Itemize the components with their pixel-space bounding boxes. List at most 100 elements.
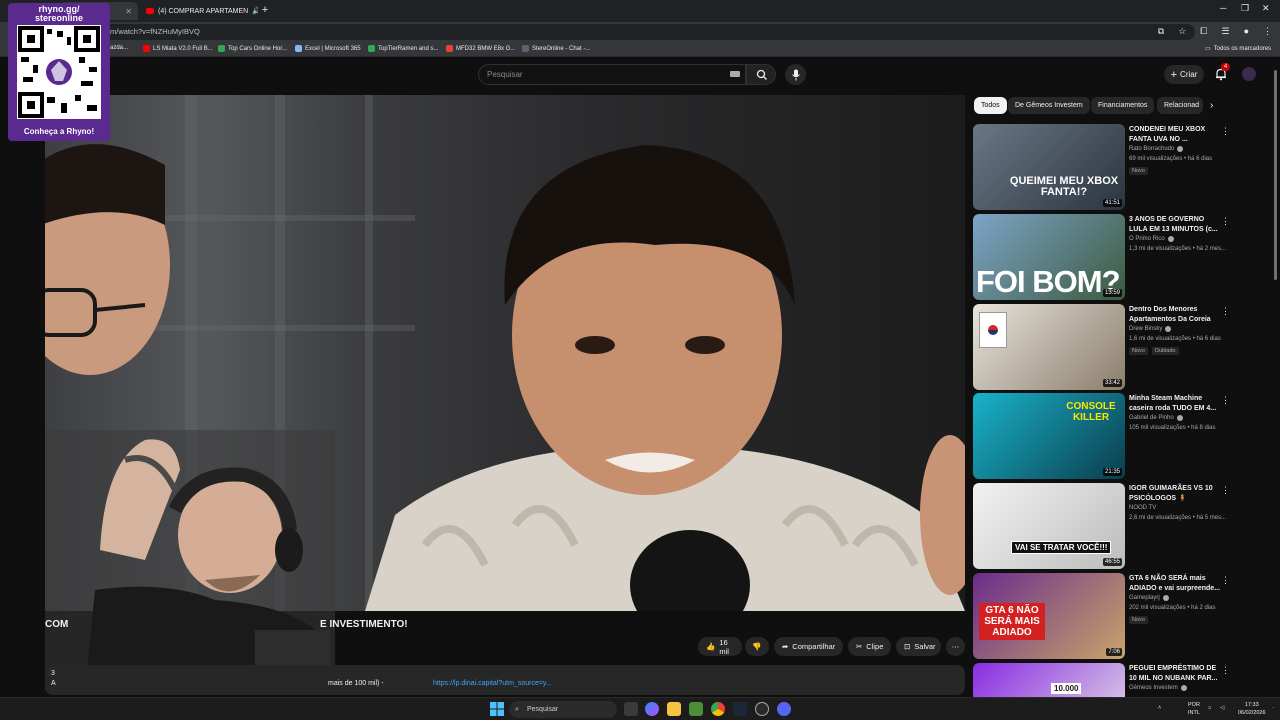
tab-comprar-apartamento[interactable]: (4) COMPRAR APARTAMEN 🔊 ✕ (140, 2, 258, 20)
url-field[interactable]: m/watch?v=fNZHuMyIBVQ (100, 24, 1195, 40)
minimize-icon[interactable]: ─ (1220, 3, 1226, 13)
video-thumbnail[interactable]: GTA 6 NÃO SERÁ MAIS ADIADO 7:06 (973, 573, 1125, 659)
chrome-icon[interactable] (711, 702, 725, 716)
recommended-video[interactable]: 10.000 PEGUEI EMPRÉSTIMO DE 10 MIL NO NU… (973, 663, 1263, 697)
channel-name[interactable]: Gabriel de Pinho (1129, 415, 1174, 421)
bookmarks-bar: azda... LS Miata V2.0 Full B... Top Cars… (0, 42, 1280, 57)
channel-row: Rato Borrachudo (1129, 146, 1184, 152)
chip-de-gemeos-investem[interactable]: De Gêmeos Investem (1008, 97, 1090, 114)
video-description[interactable]: 3 A mais de 100 mil) - https://lp.dinai.… (45, 665, 965, 695)
network-icon[interactable]: ⌂ (1208, 704, 1211, 712)
sidebar-icon[interactable]: ☰ (1221, 26, 1229, 37)
recommended-video[interactable]: 33:42 Dentro Dos Menores Apartamentos Da… (973, 304, 1263, 390)
create-button[interactable]: + Criar (1164, 65, 1204, 84)
video-thumbnail[interactable]: 33:42 (973, 304, 1125, 390)
bookmark-item[interactable]: Top Cars Online Hor... (218, 45, 287, 52)
bookmark-item[interactable]: LS Miata V2.0 Full B... (143, 45, 213, 52)
menu-icon[interactable]: ⋮ (1263, 26, 1272, 37)
copilot-icon[interactable] (645, 702, 659, 716)
chip-relacionados[interactable]: Relacionad (1157, 97, 1203, 114)
clip-button[interactable]: ✂ Clipe (848, 637, 891, 656)
more-vert-icon[interactable]: ⋮ (1221, 485, 1230, 496)
like-button[interactable]: 👍 16 mil (698, 637, 742, 656)
video-thumbnail[interactable]: FOI BOM? 13:59 (973, 214, 1125, 300)
more-vert-icon[interactable]: ⋮ (1221, 306, 1230, 317)
channel-name[interactable]: Rato Borrachudo (1129, 146, 1174, 152)
more-vert-icon[interactable]: ⋮ (1221, 665, 1230, 676)
host-person-image (365, 145, 965, 611)
dislike-button[interactable]: 👎 (745, 637, 769, 656)
video-thumbnail[interactable]: QUEIMEI MEU XBOX FANTA!? 41:51 (973, 124, 1125, 210)
description-link[interactable]: https://lp.dinai.capital?utm_source=y... (433, 680, 552, 687)
obs-icon[interactable] (755, 702, 769, 716)
extensions-icon[interactable]: ⧠ (1200, 26, 1207, 37)
language-indicator[interactable]: POR INTL (1188, 701, 1200, 717)
maximize-icon[interactable]: ❐ (1241, 3, 1249, 14)
channel-name[interactable]: O Primo Rico (1129, 236, 1165, 242)
volume-icon[interactable]: ◁ (1220, 704, 1224, 712)
recommended-video[interactable]: GTA 6 NÃO SERÁ MAIS ADIADO 7:06 GTA 6 NÃ… (973, 573, 1263, 659)
share-button[interactable]: ➦ Compartilhar (774, 637, 843, 656)
voice-search-button[interactable] (785, 64, 806, 85)
folder-icon: ▭ (1205, 46, 1211, 52)
task-view-icon[interactable] (624, 702, 638, 716)
close-icon[interactable]: ✕ (125, 7, 132, 16)
bookmark-favicon-icon (522, 45, 529, 52)
discord-icon[interactable] (777, 702, 791, 716)
avatar[interactable] (1242, 67, 1256, 81)
chevron-right-icon[interactable]: › (1210, 100, 1213, 111)
channel-name[interactable]: Drew Binsky (1129, 326, 1162, 332)
steam-icon[interactable] (733, 702, 747, 716)
bookmark-icon: ⊡ (904, 642, 911, 651)
bookmark-item[interactable]: TopTierRamen and s... (368, 45, 438, 52)
search-button[interactable] (746, 64, 776, 85)
video-thumbnail[interactable]: CONSOLE KILLER 21:35 (973, 393, 1125, 479)
clock-date: 06/02/2026 (1238, 710, 1266, 716)
all-bookmarks-button[interactable]: ▭ Todos os marcadores (1205, 45, 1271, 53)
channel-name[interactable]: Gameplayrj (1129, 595, 1160, 601)
video-meta: 105 mil visualizações • há 8 dias (1129, 425, 1216, 431)
notification-bell-icon[interactable]: · (1272, 704, 1274, 712)
chevron-up-icon[interactable]: ˄ (1158, 704, 1161, 712)
more-vert-icon[interactable]: ⋮ (1221, 395, 1230, 406)
more-vert-icon[interactable]: ⋮ (1221, 126, 1230, 137)
bookmark-item[interactable]: azda... (110, 45, 128, 51)
recommended-video[interactable]: QUEIMEI MEU XBOX FANTA!? 41:51 CONDENEI … (973, 124, 1263, 210)
tab-label: (4) COMPRAR APARTAMEN (158, 7, 249, 15)
recommended-video[interactable]: CONSOLE KILLER 21:35 Minha Steam Machine… (973, 393, 1263, 479)
more-vert-icon[interactable]: ⋮ (1221, 575, 1230, 586)
chip-todos[interactable]: Todos (974, 97, 1007, 114)
taskbar-search-input[interactable]: ⌕ Pesquisar (509, 701, 617, 718)
profile-icon[interactable]: ● (1244, 26, 1249, 37)
recommended-video[interactable]: FOI BOM? 13:59 3 ANOS DE GOVERNO LULA EM… (973, 214, 1263, 300)
file-explorer-icon[interactable] (667, 702, 681, 716)
channel-name[interactable]: Gêmeos Investem (1129, 685, 1178, 691)
cast-icon[interactable]: ⧉ (1158, 26, 1164, 37)
video-thumbnail[interactable]: VAI SE TRATAR VOCÊ!!! 46:55 (973, 483, 1125, 569)
bookmark-label: azda... (110, 45, 129, 51)
channel-name[interactable]: NOOD TV (1129, 505, 1156, 511)
new-tab-button[interactable]: + (259, 4, 271, 16)
star-icon[interactable]: ☆ (1178, 26, 1186, 37)
store-icon[interactable] (689, 702, 703, 716)
bookmark-label: LS Miata V2.0 Full B... (153, 45, 213, 52)
recommended-video[interactable]: VAI SE TRATAR VOCÊ!!! 46:55 IGOR GUIMARÃ… (973, 483, 1263, 569)
scrollbar-thumb[interactable] (1274, 70, 1277, 280)
thumbnail-text: CONSOLE KILLER (1066, 401, 1116, 423)
close-window-icon[interactable]: ✕ (1262, 3, 1270, 14)
screen: { "browser": { "tabs": [ {"label": "", "… (0, 0, 1280, 720)
more-vert-icon[interactable]: ⋮ (1221, 216, 1230, 227)
bookmark-item[interactable]: MFD32 BMW E8x G... (446, 45, 515, 52)
description-text: mais de 100 mil) - (328, 680, 384, 687)
windows-start-icon[interactable] (490, 702, 504, 716)
keyboard-icon[interactable] (730, 71, 740, 77)
thumbnail-text: VAI SE TRATAR VOCÊ!!! (1011, 541, 1112, 554)
more-actions-button[interactable]: ⋯ (946, 637, 965, 656)
chip-financiamentos[interactable]: Financiamentos (1091, 97, 1155, 114)
search-input[interactable]: Pesquisar (478, 64, 746, 85)
save-button[interactable]: ⊡ Salvar (896, 637, 941, 656)
bookmark-item[interactable]: Excel | Microsoft 365 (295, 45, 361, 52)
video-thumbnail[interactable]: 10.000 (973, 663, 1125, 697)
bookmark-item[interactable]: StereOnline - Chat -... (522, 45, 590, 52)
clock[interactable]: 17:33 06/02/2026 (1238, 701, 1266, 717)
